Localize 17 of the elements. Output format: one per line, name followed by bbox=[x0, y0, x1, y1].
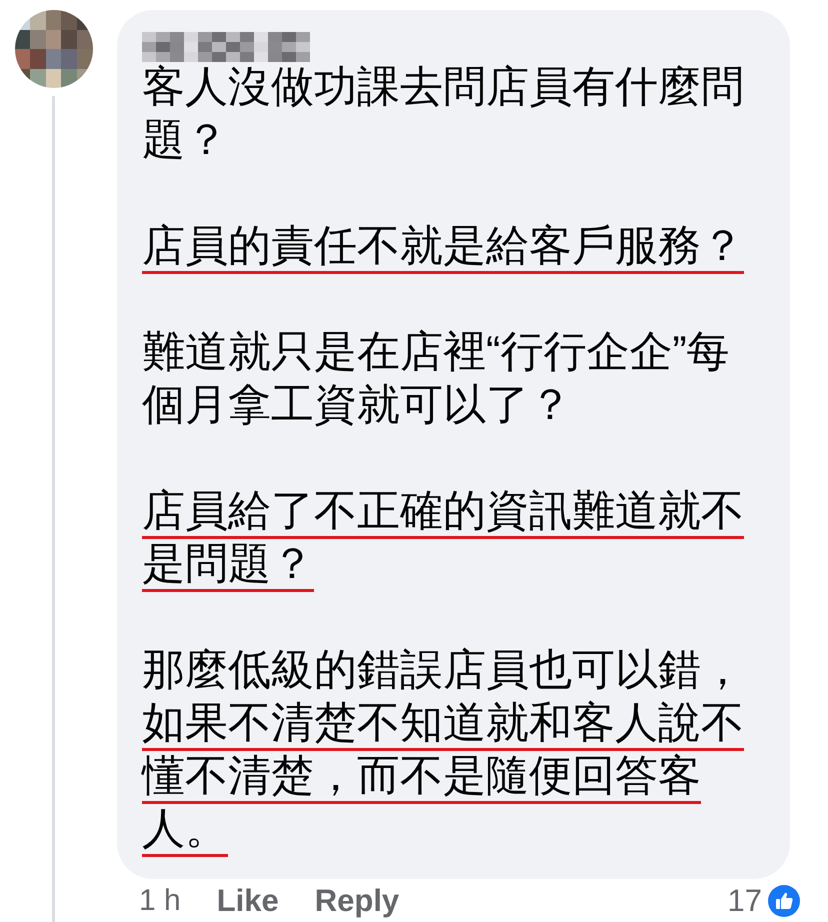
comment-action-link[interactable]: Like bbox=[216, 882, 279, 918]
comment-text-line: 客人沒做功課去問店員有什麼問 bbox=[142, 62, 744, 113]
comment-text-line: 那麼低級的錯誤店員也可以錯， bbox=[142, 645, 744, 696]
comment-text-line: 難道就只是在店裡“行行企企”每 bbox=[142, 327, 730, 378]
comment-text-line: 如果不清楚不知道就和客人說不 bbox=[142, 698, 744, 751]
thumbs-up-icon[interactable] bbox=[768, 884, 800, 916]
comment-text-line: 懂不清楚，而不是隨便回答客 bbox=[142, 751, 701, 804]
comment-text-line: 店員給了不正確的資訊難道就不 bbox=[142, 486, 744, 539]
comment-text-line: 人。 bbox=[142, 804, 228, 857]
comment-text-line: 是問題？ bbox=[142, 539, 314, 592]
comment-text-line: 店員的責任不就是給客戶服務？ bbox=[142, 221, 744, 274]
timestamp[interactable]: 1 h bbox=[139, 884, 181, 918]
avatar-placeholder[interactable] bbox=[14, 10, 92, 88]
comment-text-line: 個月拿工資就可以了？ bbox=[142, 380, 572, 431]
reaction-count[interactable]: 17 bbox=[728, 882, 762, 918]
comment-text-line: 題？ bbox=[142, 115, 228, 166]
comment-action-link[interactable]: Reply bbox=[314, 882, 400, 918]
